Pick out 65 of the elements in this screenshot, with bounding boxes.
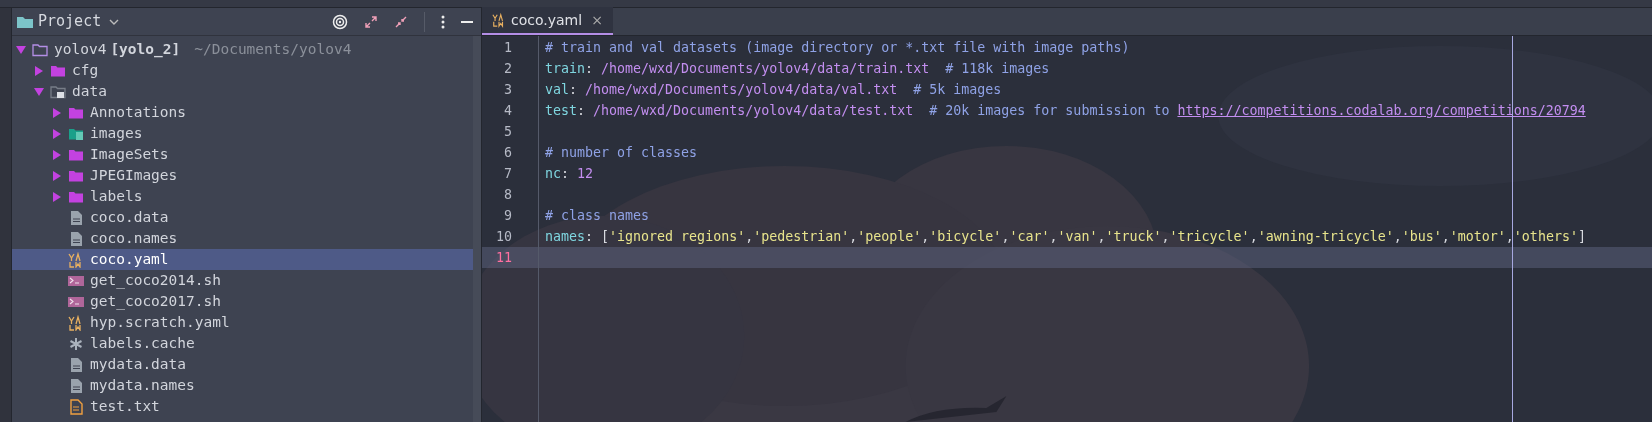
text-file-icon: [68, 230, 84, 247]
expanded-arrow-icon[interactable]: [16, 44, 26, 55]
line-number: 1: [503, 38, 512, 57]
collapsed-arrow-icon[interactable]: [52, 149, 62, 160]
tree-item[interactable]: labels.cache: [12, 333, 473, 354]
tree-item[interactable]: data: [12, 81, 473, 102]
tree-item[interactable]: yolov4 [yolo_2] ~/Documents/yolov4: [12, 39, 473, 60]
text-file-icon: [68, 209, 84, 226]
line-number: 2: [503, 59, 512, 78]
tree-item[interactable]: get_coco2017.sh: [12, 291, 473, 312]
close-button[interactable]: ×: [591, 9, 603, 31]
line-number: 5: [503, 122, 512, 141]
yaml-file-icon: [68, 314, 84, 331]
collapse-icon[interactable]: [394, 14, 408, 29]
tree-item[interactable]: coco.data: [12, 207, 473, 228]
folder-icon: [16, 14, 34, 29]
chevron-down-icon[interactable]: [109, 17, 120, 26]
line-number: 8: [503, 185, 512, 204]
collapsed-arrow-icon[interactable]: [34, 65, 44, 76]
code-line: # class names: [545, 206, 650, 225]
tree-item[interactable]: coco.names: [12, 228, 473, 249]
collapsed-arrow-icon[interactable]: [52, 107, 62, 118]
asterisk-icon: [68, 335, 84, 352]
expanded-arrow-icon[interactable]: [34, 86, 44, 97]
tree-item[interactable]: labels: [12, 186, 473, 207]
collapsed-arrow-icon[interactable]: [52, 191, 62, 202]
tree-item[interactable]: get_coco2014.sh: [12, 270, 473, 291]
code-line: train: /home/wxd/Documents/yolov4/data/train.txt # 118k images: [545, 59, 1050, 78]
panel-title[interactable]: Project: [38, 10, 102, 33]
collapsed-arrow-icon[interactable]: [52, 170, 62, 181]
expand-icon[interactable]: [364, 14, 378, 29]
tree-item[interactable]: Annotations: [12, 102, 473, 123]
tree-item[interactable]: ImageSets: [12, 144, 473, 165]
tree-item[interactable]: images: [12, 123, 473, 144]
tree-item[interactable]: test.txt: [12, 396, 473, 417]
target-icon[interactable]: [332, 13, 348, 30]
folder-icon: [32, 41, 48, 58]
text-file-icon: [68, 398, 84, 415]
scrollbar[interactable]: [473, 36, 481, 422]
code-line: # number of classes: [545, 143, 698, 162]
yaml-file-icon: [68, 251, 84, 268]
line-number: 3: [503, 80, 512, 99]
tree-item[interactable]: cfg: [12, 60, 473, 81]
code-line: # train and val datasets (image directory or *.txt file with image paths): [545, 38, 1130, 57]
collapsed-arrow-icon[interactable]: [52, 128, 62, 139]
tree-item[interactable]: mydata.names: [12, 375, 473, 396]
tree-item[interactable]: JPEGImages: [12, 165, 473, 186]
line-number: 11: [495, 248, 512, 267]
code-line: names: ['ignored regions','pedestrian','people','bicycle','car','van','truck','tricycle','awning-tricycle','bus','motor','others']: [545, 227, 1586, 246]
more-icon[interactable]: [441, 14, 445, 29]
locked-folder-icon: [50, 83, 66, 100]
editor-tab[interactable]: coco.yaml ×: [482, 7, 613, 35]
line-number: 9: [503, 206, 512, 225]
code-line: nc: 12: [545, 164, 594, 183]
line-number: 4: [503, 101, 512, 120]
line-number: 10: [495, 227, 512, 246]
tree-item[interactable]: mydata.data: [12, 354, 473, 375]
text-file-icon: [68, 377, 84, 394]
tree-item[interactable]: hyp.scratch.yaml: [12, 312, 473, 333]
tree-item[interactable]: coco.yaml: [12, 249, 473, 270]
code-line: val: /home/wxd/Documents/yolov4/data/val.txt # 5k images: [545, 80, 1002, 99]
line-number: 6: [503, 143, 512, 162]
line-number: 7: [503, 164, 512, 183]
yaml-file-icon: [492, 12, 506, 28]
text-file-icon: [68, 356, 84, 373]
